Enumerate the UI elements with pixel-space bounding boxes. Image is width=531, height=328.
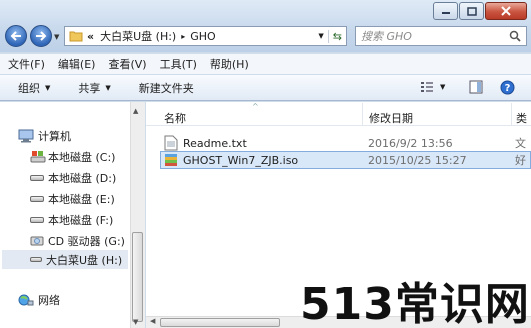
horizontal-scroll-thumb[interactable] [160,318,280,327]
column-header-type[interactable]: 类 [516,110,527,126]
window-controls [432,2,527,22]
back-arrow-icon [10,31,21,41]
file-type: 好 [515,154,526,167]
menu-edit[interactable]: 编辑(E) [58,56,96,72]
breadcrumb-separator[interactable]: ▸ [181,32,185,41]
preview-pane-button[interactable] [469,80,483,97]
command-bar: 组织 ▼ 共享 ▼ 新建文件夹 [0,75,531,101]
file-date: 2015/10/25 15:27 [368,153,467,167]
file-name: GHOST_Win7_ZJB.iso [183,153,299,167]
view-options-icon [421,82,433,92]
search-placeholder: 搜索 GHO [361,30,412,43]
sidebar-item-drive-f[interactable]: 本地磁盘 (F:) [30,211,113,228]
recent-pages-dropdown[interactable]: ▼ [54,33,59,41]
drive-icon [30,174,44,181]
preview-pane-icon [469,80,483,94]
system-drive-icon [30,150,46,162]
menu-file[interactable]: 文件(F) [8,56,45,72]
watermark-text: 513常识网 [300,279,530,328]
address-bar[interactable]: « 大白菜U盘 (H:) ▸ GHO ▼ ⇆ [64,26,347,46]
scroll-up-arrow[interactable]: ▲ [133,107,138,115]
chevron-down-icon: ▼ [45,83,51,92]
menu-help[interactable]: 帮助(H) [210,56,249,72]
drive-icon [30,195,44,202]
help-icon: ? [500,80,515,95]
column-header-name[interactable]: 名称 [164,110,186,126]
new-folder-button[interactable]: 新建文件夹 [139,80,194,96]
file-name: Readme.txt [183,136,247,150]
search-input[interactable]: 搜索 GHO [355,26,527,46]
close-icon [501,6,511,16]
help-button[interactable]: ? [500,80,515,98]
navigation-pane: 计算机 本地磁盘 (C:) 本地磁盘 (D:) 本地磁盘 (E:) 本地磁盘 (… [0,102,145,328]
sidebar-scroll-thumb[interactable] [132,232,143,322]
column-header-modified[interactable]: 修改日期 [369,110,413,126]
forward-button[interactable] [30,25,52,47]
drive-label: 大白菜U盘 (H:) [46,253,123,267]
share-label: 共享 [78,81,101,95]
column-divider[interactable] [511,103,512,125]
menu-tools[interactable]: 工具(T) [160,56,197,72]
minimize-icon [441,12,450,14]
address-dropdown[interactable]: ▼ [318,32,323,40]
breadcrumb-folder[interactable]: GHO [190,30,215,43]
sidebar-computer-label: 计算机 [38,129,71,143]
organize-button[interactable]: 组织 ▼ [18,80,50,96]
file-row-iso[interactable]: GHOST_Win7_ZJB.iso 2015/10/25 15:27 好 [160,151,531,169]
sort-indicator-icon: ^ [252,102,259,111]
computer-icon [18,129,34,142]
svg-text:?: ? [505,83,511,94]
file-date: 2016/9/2 13:56 [368,136,453,150]
search-icon [509,30,521,42]
share-button[interactable]: 共享 ▼ [78,80,110,96]
file-type: 文 [515,137,526,150]
close-button[interactable] [485,2,527,20]
sidebar-item-usb-drive-h[interactable]: 大白菜U盘 (H:) [2,250,128,269]
chevron-down-icon: ▼ [440,83,446,91]
drive-label: CD 驱动器 (G:) [48,234,125,248]
drive-label: 本地磁盘 (C:) [48,150,116,164]
usb-drive-icon [30,257,42,262]
cd-drive-icon [30,236,44,245]
scroll-left-arrow[interactable]: ◀ [150,317,155,325]
new-folder-label: 新建文件夹 [138,81,194,95]
address-overflow[interactable]: « [87,30,94,43]
iso-file-icon [165,154,177,166]
column-headers [146,102,531,126]
minimize-button[interactable] [433,2,458,20]
sidebar-item-network[interactable]: 网络 [18,291,60,308]
file-row-readme[interactable]: Readme.txt 2016/9/2 13:56 文 [160,134,531,152]
chevron-down-icon: ▼ [105,83,111,92]
breadcrumb-drive[interactable]: 大白菜U盘 (H:) [100,28,176,44]
sidebar-item-drive-e[interactable]: 本地磁盘 (E:) [30,190,115,207]
column-divider[interactable] [362,103,363,125]
drive-label: 本地磁盘 (F:) [48,213,114,227]
refresh-button[interactable]: ⇆ [327,29,346,43]
network-icon [18,294,34,305]
maximize-icon [466,6,477,16]
sidebar-item-cd-drive[interactable]: CD 驱动器 (G:) [30,232,125,249]
scroll-down-arrow[interactable]: ▼ [133,318,138,326]
sidebar-item-drive-c[interactable]: 本地磁盘 (C:) [30,148,115,165]
drive-label: 本地磁盘 (D:) [48,171,117,185]
menu-bar: 文件(F) 编辑(E) 查看(V) 工具(T) 帮助(H) [0,54,531,74]
sidebar-item-drive-d[interactable]: 本地磁盘 (D:) [30,169,116,186]
menu-view[interactable]: 查看(V) [108,56,146,72]
drive-icon [30,216,44,223]
folder-icon [69,31,83,42]
view-options-button[interactable]: ▼ [420,81,445,93]
text-file-icon [164,135,178,151]
forward-arrow-icon [36,31,47,41]
maximize-button[interactable] [459,2,484,20]
drive-label: 本地磁盘 (E:) [48,192,115,206]
sidebar-network-label: 网络 [38,293,60,307]
organize-label: 组织 [18,81,40,95]
sidebar-item-computer[interactable]: 计算机 [18,127,71,144]
back-button[interactable] [5,25,27,47]
